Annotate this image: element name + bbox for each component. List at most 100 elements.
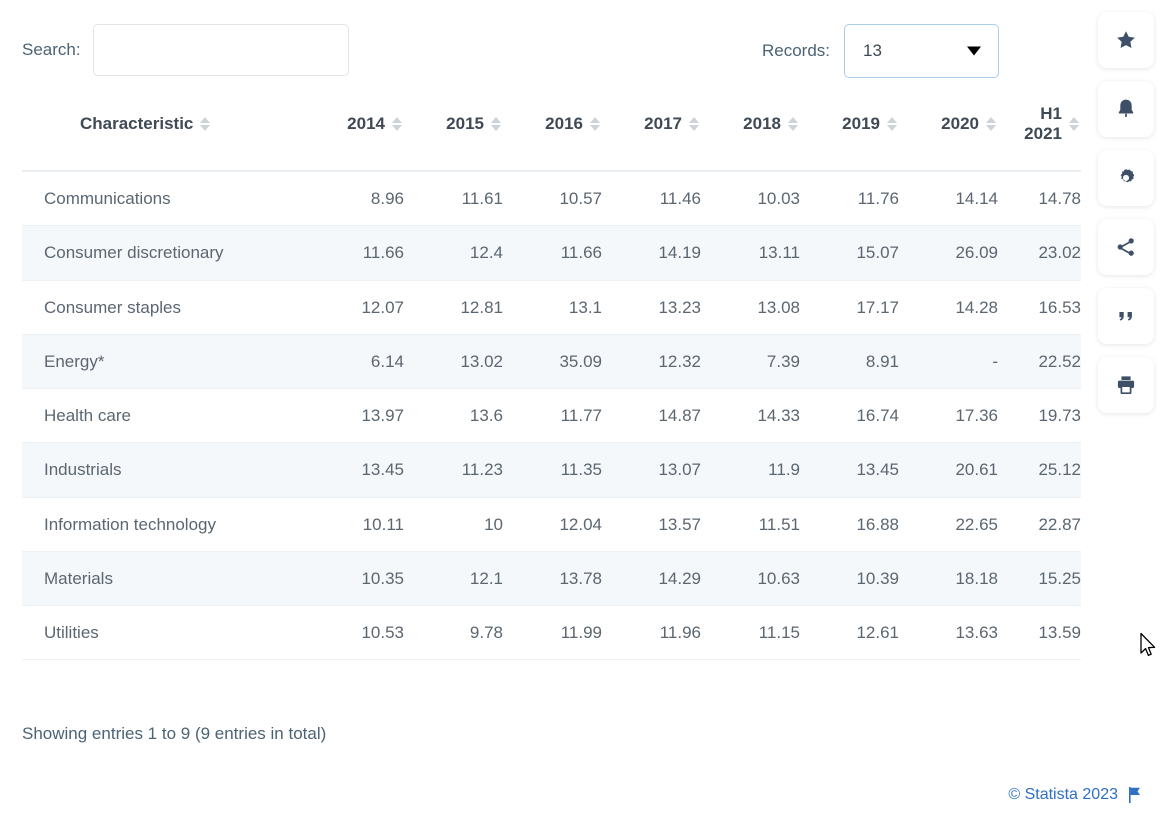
cell-value: 8.91 bbox=[800, 334, 899, 390]
cell-value: 10.39 bbox=[800, 551, 899, 607]
column-header-2020[interactable]: 2020 bbox=[899, 104, 998, 173]
cell-value: 14.29 bbox=[602, 551, 701, 607]
column-label: 2019 bbox=[842, 114, 880, 134]
search-control: Search: bbox=[22, 24, 349, 76]
cell-value: 15.07 bbox=[800, 225, 899, 281]
cell-value: 14.19 bbox=[602, 225, 701, 281]
records-select[interactable]: 13 bbox=[844, 24, 999, 78]
sort-icon[interactable] bbox=[392, 117, 402, 132]
cell-value: 10.63 bbox=[701, 551, 800, 607]
print-button[interactable] bbox=[1098, 357, 1154, 413]
cell-value: 20.61 bbox=[899, 442, 998, 498]
cell-value: 13.97 bbox=[305, 388, 404, 444]
cell-value: 13.57 bbox=[602, 497, 701, 552]
column-header-2018[interactable]: 2018 bbox=[701, 104, 800, 173]
gear-icon bbox=[1114, 166, 1138, 190]
table-row: Information technology 10.11 10 12.04 13.57 1… bbox=[22, 497, 1081, 552]
sort-icon[interactable] bbox=[590, 117, 600, 132]
column-header-2015[interactable]: 2015 bbox=[404, 104, 503, 173]
sort-icon[interactable] bbox=[689, 117, 699, 132]
cell-characteristic: Industrials bbox=[22, 442, 305, 498]
cell-characteristic: Communications bbox=[22, 171, 305, 227]
favorite-button[interactable] bbox=[1098, 12, 1154, 68]
cell-value: 12.07 bbox=[305, 280, 404, 335]
cell-value: 11.66 bbox=[503, 225, 602, 281]
star-icon bbox=[1114, 28, 1138, 52]
cell-value: 15.25 bbox=[998, 551, 1081, 607]
cite-button[interactable] bbox=[1098, 288, 1154, 344]
cell-value: 26.09 bbox=[899, 225, 998, 281]
cell-value: 14.28 bbox=[899, 280, 998, 335]
records-control: Records: 13 bbox=[762, 24, 999, 78]
cell-value: 11.46 bbox=[602, 171, 701, 227]
cell-value: 11.51 bbox=[701, 497, 800, 552]
sort-icon[interactable] bbox=[788, 117, 798, 132]
column-label: 2017 bbox=[644, 114, 682, 134]
cell-value: - bbox=[899, 334, 998, 390]
cell-value: 23.02 bbox=[998, 225, 1081, 281]
cell-value: 13.6 bbox=[404, 388, 503, 444]
settings-button[interactable] bbox=[1098, 150, 1154, 206]
sort-icon[interactable] bbox=[200, 117, 211, 132]
cell-value: 13.23 bbox=[602, 280, 701, 335]
share-icon bbox=[1114, 235, 1138, 259]
cell-value: 13.59 bbox=[998, 605, 1081, 661]
sort-icon[interactable] bbox=[887, 117, 897, 132]
column-header-2016[interactable]: 2016 bbox=[503, 104, 602, 173]
column-label: 2020 bbox=[941, 114, 979, 134]
cell-value: 16.88 bbox=[800, 497, 899, 552]
cell-value: 18.18 bbox=[899, 551, 998, 607]
column-header-characteristic[interactable]: Characteristic bbox=[22, 104, 305, 173]
cell-value: 13.08 bbox=[701, 280, 800, 335]
cell-value: 10.03 bbox=[701, 171, 800, 227]
alert-button[interactable] bbox=[1098, 81, 1154, 137]
cell-value: 9.78 bbox=[404, 605, 503, 661]
cell-value: 8.96 bbox=[305, 171, 404, 227]
cell-value: 19.73 bbox=[998, 388, 1081, 444]
cell-value: 11.9 bbox=[701, 442, 800, 498]
records-selected-value: 13 bbox=[863, 41, 882, 60]
flag-icon[interactable] bbox=[1127, 787, 1141, 803]
mouse-cursor bbox=[1139, 632, 1159, 660]
action-toolbar bbox=[1098, 12, 1154, 413]
cell-value: 17.36 bbox=[899, 388, 998, 444]
column-header-2017[interactable]: 2017 bbox=[602, 104, 701, 173]
data-table-container: Characteristic 2014 2015 2016 2017 2018 … bbox=[22, 104, 1081, 661]
sort-icon[interactable] bbox=[986, 117, 996, 132]
share-button[interactable] bbox=[1098, 219, 1154, 275]
cell-value: 22.52 bbox=[998, 334, 1081, 390]
cell-value: 13.78 bbox=[503, 551, 602, 607]
cell-value: 11.35 bbox=[503, 442, 602, 498]
cell-value: 35.09 bbox=[503, 334, 602, 390]
cell-characteristic: Materials bbox=[22, 551, 305, 607]
sort-icon[interactable] bbox=[491, 117, 501, 132]
cell-value: 13.1 bbox=[503, 280, 602, 335]
chevron-down-icon bbox=[967, 46, 981, 56]
table-row: Consumer discretionary 11.66 12.4 11.66 14.1… bbox=[22, 225, 1081, 281]
cell-value: 10 bbox=[404, 497, 503, 552]
cell-value: 11.76 bbox=[800, 171, 899, 227]
cell-characteristic: Health care bbox=[22, 388, 305, 444]
column-header-2019[interactable]: 2019 bbox=[800, 104, 899, 173]
table-controls: Search: Records: 13 bbox=[0, 0, 1081, 100]
search-input[interactable] bbox=[92, 24, 349, 76]
cell-value: 6.14 bbox=[305, 334, 404, 390]
cell-characteristic: Information technology bbox=[22, 497, 305, 552]
cell-value: 12.1 bbox=[404, 551, 503, 607]
column-label: 2016 bbox=[545, 114, 583, 134]
cell-value: 14.33 bbox=[701, 388, 800, 444]
table-row: Energy* 6.14 13.02 35.09 12.32 7.39 8.91-22.52 bbox=[22, 334, 1081, 390]
sort-icon[interactable] bbox=[1069, 117, 1079, 132]
data-table: Characteristic 2014 2015 2016 2017 2018 … bbox=[22, 104, 1081, 661]
column-header-2014[interactable]: 2014 bbox=[305, 104, 404, 173]
cell-value: 14.78 bbox=[998, 171, 1081, 227]
print-icon bbox=[1114, 373, 1138, 397]
table-head: Characteristic 2014 2015 2016 2017 2018 … bbox=[22, 104, 1081, 173]
cell-value: 22.65 bbox=[899, 497, 998, 552]
table-row: Consumer staples 12.07 12.81 13.1 13.23 13.08… bbox=[22, 280, 1081, 335]
copyright-text: © Statista 2023 bbox=[1008, 786, 1118, 803]
cell-value: 13.45 bbox=[305, 442, 404, 498]
column-label: 2014 bbox=[347, 114, 385, 134]
cell-value: 13.02 bbox=[404, 334, 503, 390]
column-header-h1-2021[interactable]: H1 2021 bbox=[998, 104, 1081, 173]
